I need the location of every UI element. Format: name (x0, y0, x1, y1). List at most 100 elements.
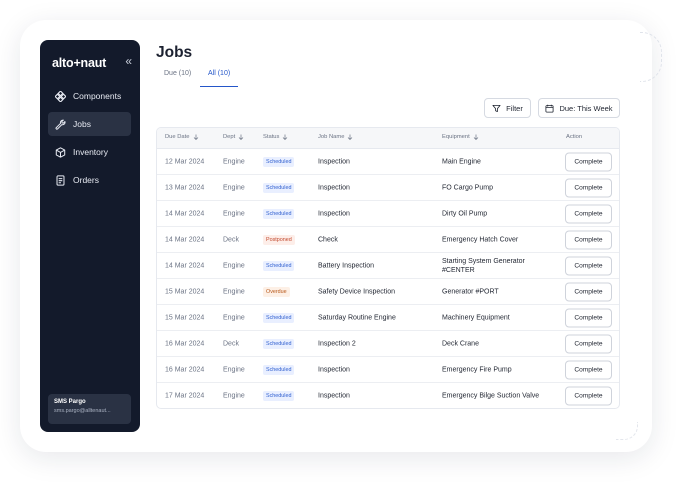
logo-text-left: alto (52, 56, 74, 70)
status-badge: Scheduled (263, 182, 295, 193)
sort-arrow-icon (193, 134, 198, 140)
complete-button[interactable]: Complete (565, 334, 612, 353)
sidebar-item-components[interactable]: Components (48, 84, 131, 108)
complete-button[interactable]: Complete (565, 204, 612, 223)
tab-bar: Due (10) All (10) (156, 70, 256, 90)
dept-cell: Deck (223, 236, 239, 243)
complete-button[interactable]: Complete (565, 256, 612, 275)
decorative-outline (640, 32, 662, 82)
job-name-cell: Inspection (318, 366, 350, 373)
job-name-cell: Saturday Routine Engine (318, 314, 396, 321)
job-name-cell: Battery Inspection (318, 262, 375, 269)
column-header-dept[interactable]: Dept (223, 134, 244, 140)
complete-button[interactable]: Complete (565, 152, 612, 171)
filter-icon (492, 104, 501, 112)
clipboard-icon (56, 174, 65, 186)
dept-cell: Engine (223, 314, 245, 321)
table-row: 16 Mar 2024 Deck Scheduled Inspection 2 Deck… (157, 331, 619, 357)
sort-arrow-icon (348, 134, 353, 140)
equipment-cell: Generator #PORT (442, 288, 499, 295)
job-name-cell: Inspection (318, 158, 350, 165)
header-label: Equipment (442, 134, 470, 140)
status-badge: Scheduled (263, 156, 295, 167)
complete-button[interactable]: Complete (565, 230, 612, 249)
due-date-cell: 13 Mar 2024 (165, 184, 205, 191)
due-date-cell: 15 Mar 2024 (165, 314, 205, 321)
dept-cell: Deck (223, 340, 239, 347)
components-icon (55, 90, 66, 102)
due-date-cell: 12 Mar 2024 (165, 158, 205, 165)
status-badge: Overdue (263, 286, 290, 297)
complete-button[interactable]: Complete (565, 360, 612, 379)
status-badge: Scheduled (263, 391, 295, 401)
status-badge: Scheduled (263, 208, 295, 219)
sidebar-item-label: Components (73, 91, 122, 101)
job-name-cell: Inspection (318, 210, 350, 217)
dept-cell: Engine (223, 262, 245, 269)
sidebar-item-label: Jobs (73, 119, 91, 129)
equipment-cell: Emergency Fire Pump (442, 366, 512, 373)
sidebar-item-inventory[interactable]: Inventory (48, 140, 131, 164)
header-label: Due Date (165, 134, 190, 140)
table-row: 17 Mar 2024 Engine Scheduled Inspection Emer… (157, 383, 619, 408)
table-row: 15 Mar 2024 Engine Overdue Safety Device In… (157, 279, 619, 305)
table-row: 15 Mar 2024 Engine Scheduled Saturday Routi… (157, 305, 619, 331)
due-date-cell: 17 Mar 2024 (165, 392, 205, 400)
sort-arrow-icon (473, 134, 478, 140)
sidebar-item-label: Inventory (73, 147, 108, 157)
job-name-cell: Check (318, 236, 338, 243)
calendar-icon (545, 104, 554, 113)
table-row: 14 Mar 2024 Engine Scheduled Battery Inspec… (157, 253, 619, 279)
equipment-cell: FO Cargo Pump (442, 184, 493, 191)
due-date-cell: 14 Mar 2024 (165, 210, 205, 217)
collapse-sidebar-icon[interactable]: « (125, 54, 132, 68)
due-date-cell: 14 Mar 2024 (165, 262, 205, 269)
status-badge: Scheduled (263, 364, 295, 375)
table-row: 14 Mar 2024 Deck Postponed Check Emergency H… (157, 227, 619, 253)
status-badge: Scheduled (263, 338, 295, 349)
jobs-table: Due Date Dept Status Job Name Equipment … (156, 127, 620, 409)
decorative-outline (616, 422, 638, 440)
column-header-equipment[interactable]: Equipment (442, 134, 479, 140)
due-this-week-button[interactable]: Due: This Week (538, 98, 620, 118)
sidebar-item-label: Orders (73, 175, 99, 185)
wrench-icon (55, 119, 66, 130)
table-body: 12 Mar 2024 Engine Scheduled Inspection Main… (157, 149, 619, 408)
column-header-due-date[interactable]: Due Date (165, 134, 199, 140)
status-badge: Postponed (263, 234, 295, 245)
complete-button[interactable]: Complete (565, 178, 612, 197)
sidebar-item-jobs[interactable]: Jobs (48, 112, 131, 136)
dept-cell: Engine (223, 288, 245, 295)
job-name-cell: Inspection (318, 184, 350, 191)
due-date-cell: 14 Mar 2024 (165, 236, 205, 243)
job-name-cell: Inspection (318, 392, 350, 400)
table-row: 14 Mar 2024 Engine Scheduled Inspection Dirt… (157, 201, 619, 227)
equipment-cell: Emergency Hatch Cover (442, 236, 519, 243)
header-label: Status (263, 134, 280, 140)
sidebar-item-orders[interactable]: Orders (48, 168, 131, 192)
header-label: Action (566, 134, 583, 140)
filter-button[interactable]: Filter (484, 98, 531, 118)
complete-button[interactable]: Complete (565, 282, 612, 301)
filter-button-label: Filter (506, 103, 523, 113)
complete-button[interactable]: Complete (565, 308, 612, 327)
tab-due[interactable]: Due (10) (164, 70, 191, 86)
column-header-status[interactable]: Status (263, 134, 288, 140)
table-row: 13 Mar 2024 Engine Scheduled Inspection FO C… (157, 175, 619, 201)
logo-plus: + (73, 56, 81, 70)
equipment-cell: Dirty Oil Pump (442, 210, 488, 217)
complete-button[interactable]: Complete (565, 386, 612, 406)
header-label: Dept (223, 134, 236, 140)
equipment-cell: Emergency Bilge Suction Valve (442, 392, 540, 400)
dept-cell: Engine (223, 184, 245, 191)
status-badge: Scheduled (263, 312, 295, 323)
cube-icon (55, 146, 66, 158)
tab-all[interactable]: All (10) (200, 70, 239, 87)
column-header-action: Action (566, 134, 582, 140)
equipment-cell: Starting System Generator #CENTER (442, 257, 525, 274)
page-title: Jobs (156, 44, 193, 61)
column-header-job-name[interactable]: Job Name (318, 134, 353, 140)
sidebar: alto+naut « Components Jobs Inventory Or… (40, 40, 140, 432)
equipment-cell: Main Engine (442, 158, 481, 165)
user-profile[interactable]: SMS Pargo sms.pargo@alltenaut... (48, 394, 131, 424)
